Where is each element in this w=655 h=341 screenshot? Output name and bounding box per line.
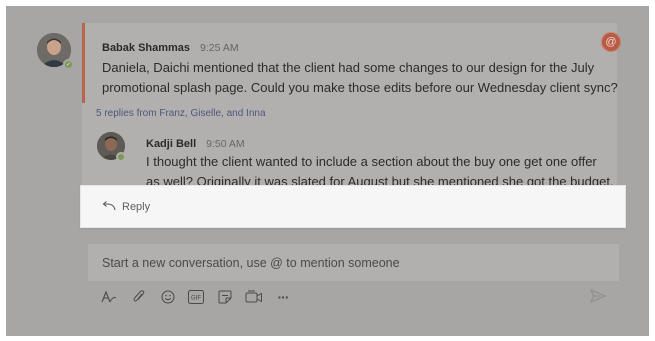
reply-button[interactable] [80, 185, 626, 228]
thread-accent-bar [82, 23, 85, 103]
send-icon[interactable] [590, 289, 606, 303]
reply-text-line: I thought the client wanted to include a… [146, 154, 597, 169]
reply-author[interactable]: Kadji Bell [146, 138, 196, 150]
gif-icon[interactable]: GIF [188, 289, 204, 305]
reply-button-label[interactable]: Reply [122, 201, 150, 213]
format-icon[interactable] [100, 289, 118, 305]
reply-arrow-icon [102, 201, 116, 211]
replies-summary-link[interactable]: 5 replies from Franz, Giselle, and Inna [96, 108, 266, 119]
gif-icon-label: GIF [191, 296, 201, 302]
more-options-icon[interactable]: ··· [274, 289, 292, 305]
meet-now-icon[interactable] [245, 289, 263, 305]
message-author[interactable]: Babak Shammas [102, 42, 190, 54]
sticker-icon[interactable] [217, 289, 233, 305]
reply-header: Kadji Bell 9:50 AM [146, 138, 245, 150]
message-text-line: Daniela, Daichi mentioned that the clien… [102, 60, 595, 75]
attach-icon[interactable] [132, 289, 146, 305]
mention-icon: @ [601, 32, 621, 52]
message-text-line: promotional splash page. Could you make … [102, 80, 618, 95]
compose-input[interactable]: Start a new conversation, use @ to menti… [102, 256, 400, 270]
message-header: Babak Shammas 9:25 AM [102, 42, 239, 54]
presence-available-icon [116, 152, 126, 162]
message-time: 9:25 AM [200, 42, 239, 54]
emoji-icon[interactable] [160, 289, 176, 305]
presence-available-icon: ✓ [63, 59, 74, 70]
reply-time: 9:50 AM [206, 138, 245, 150]
message-body: Daniela, Daichi mentioned that the clien… [102, 58, 618, 98]
